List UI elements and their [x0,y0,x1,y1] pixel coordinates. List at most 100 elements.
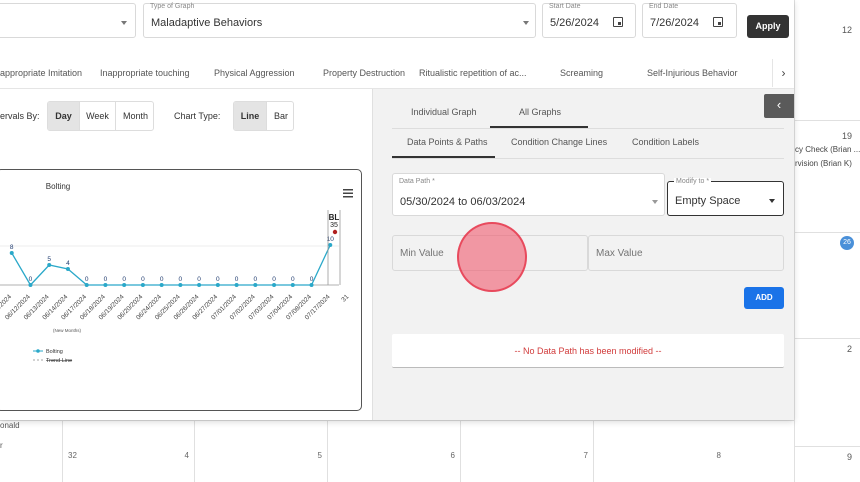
baseline-value: 35 [330,222,338,229]
calendar-cell[interactable]: 8 [593,421,726,482]
data-label: 0 [254,276,258,283]
data-path-select[interactable]: Data Path * 05/30/2024 to 06/03/2024 [392,173,665,216]
tab-behavior[interactable]: Ritualistic repetition of ac... [419,68,527,78]
calendar-event[interactable]: cy Check (Brian ... [795,145,860,154]
graph-type-value: Maladaptive Behaviors [151,17,263,29]
max-value-input[interactable] [588,235,784,271]
legend-label: Trend Line [46,358,72,364]
start-date-field[interactable]: Start Date 5/26/2024 [542,3,636,38]
screen: 12 19 cy Check (Brian ... rvision (Brian… [0,0,860,482]
chevron-right-icon[interactable]: › [772,59,794,87]
tab-condition-change-lines[interactable]: Condition Change Lines [511,137,607,147]
interval-month-button[interactable]: Month [115,102,153,130]
line-chart: Bolting 8054000000000000010202406/11/202… [0,182,353,364]
series-line [11,244,331,287]
intervals-label: ervals By: [0,111,40,121]
calendar-cell[interactable]: 5 [194,421,327,482]
calendar-day-number: 5 [317,451,322,460]
no-data-message: -- No Data Path has been modified -- [392,334,784,368]
tab-condition-labels[interactable]: Condition Labels [632,137,699,147]
tab-behavior[interactable]: Property Destruction [323,68,405,78]
data-point [178,283,183,287]
chart-type-line-button[interactable]: Line [234,102,266,130]
data-point [197,283,202,287]
data-path-value: 05/30/2024 to 06/03/2024 [400,196,526,208]
data-point [140,283,145,287]
tab-behavior[interactable]: Screaming [560,68,603,78]
interval-day-button[interactable]: Day [48,102,79,130]
data-label: 0 [104,276,108,283]
calendar-cell[interactable]: 6 [327,421,460,482]
chevron-down-icon [652,200,658,204]
calendar-day-number[interactable]: 12 [842,25,852,35]
intervals-toggle: Day Week Month [47,101,154,131]
data-point [103,283,108,287]
chart-container: Bolting 8054000000000000010202406/11/202… [0,169,362,411]
data-label: 0 [122,276,126,283]
data-point [28,283,33,287]
end-date-value: 7/26/2024 [650,17,699,29]
calendar-cell[interactable]: 32 4 [62,421,194,482]
data-point [290,283,295,287]
calendar-icon[interactable] [713,17,723,27]
modify-to-value: Empty Space [675,195,741,207]
start-date-label: Start Date [549,3,581,10]
calendar-day-number: 32 [68,451,77,460]
legend-marker [36,349,40,353]
baseline-label: BL [329,213,340,222]
tab-behavior[interactable]: appropriate Imitation [0,68,82,78]
calendar-today-badge[interactable]: 26 [840,236,854,250]
tab-behavior[interactable]: Physical Aggression [214,68,295,78]
tab-all-graphs[interactable]: All Graphs [519,107,561,117]
end-date-label: End Date [649,3,679,10]
data-label: 0 [310,276,314,283]
data-label: 0 [141,276,145,283]
data-label: 0 [179,276,183,283]
graph-modal: Type of Graph Maladaptive Behaviors Star… [0,0,794,420]
data-label: 0 [235,276,239,283]
graph-type-label: Type of Graph [150,3,195,10]
data-point [122,283,127,287]
data-point [9,251,14,255]
calendar-icon[interactable] [613,17,623,27]
calendar-divider [795,232,860,233]
client-select[interactable] [0,3,136,38]
tab-individual-graph[interactable]: Individual Graph [411,107,477,117]
tab-behavior[interactable]: Inappropriate touching [100,68,190,78]
chevron-left-icon[interactable]: ‹ [764,94,794,118]
chart-type-bar-button[interactable]: Bar [266,102,293,130]
graph-type-select[interactable]: Type of Graph Maladaptive Behaviors [143,3,536,38]
calendar-day-number[interactable]: 19 [842,131,852,141]
calendar-bottom-row: onald r 32 4 5 6 7 8 [0,420,794,482]
add-button[interactable]: ADD [744,287,784,309]
calendar-event[interactable]: rvision (Brian K) [795,159,852,168]
data-label: 0 [272,276,276,283]
data-point [272,283,277,287]
menu-icon[interactable] [343,189,353,198]
tab-data-points-paths[interactable]: Data Points & Paths [407,137,488,147]
calendar-event-text: r [0,441,3,450]
data-label: 4 [66,260,70,267]
data-label: 0 [197,276,201,283]
calendar-day-number: 4 [184,451,189,460]
calendar-day-number[interactable]: 9 [847,452,852,462]
data-label: 0 [85,276,89,283]
apply-button[interactable]: Apply [747,15,789,38]
data-point [47,263,52,267]
calendar-divider [795,446,860,447]
data-path-label: Data Path * [399,178,435,185]
calendar-divider [795,338,860,339]
calendar-day-number[interactable]: 2 [847,344,852,354]
calendar-event-text: onald [0,421,20,430]
calendar-divider [795,120,860,121]
data-point [253,283,258,287]
interval-week-button[interactable]: Week [79,102,115,130]
modify-to-select[interactable]: Modify to * Empty Space [667,178,784,216]
tab-behavior[interactable]: Self-Injurious Behavior [647,68,738,78]
calendar-cell[interactable]: 7 [460,421,593,482]
calendar-day-number: 8 [716,451,721,460]
data-point [84,283,89,287]
end-date-field[interactable]: End Date 7/26/2024 [642,3,737,38]
data-label: 0 [216,276,220,283]
data-label: 8 [10,244,14,251]
